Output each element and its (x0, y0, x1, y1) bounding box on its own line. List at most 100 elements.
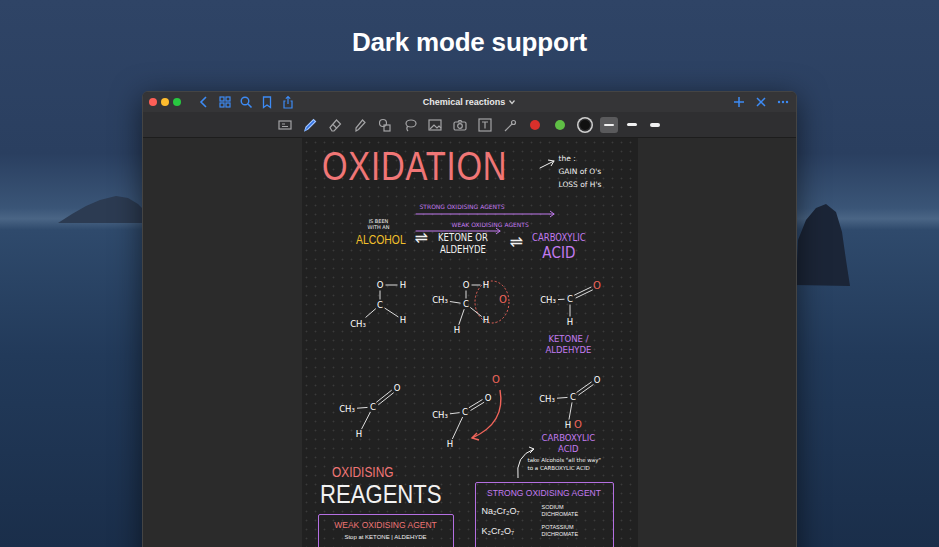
atom-label: C (570, 392, 576, 402)
alcohol-label: ALCOHOL (356, 233, 406, 246)
acid-label-line: CARBOXYLIC (532, 232, 586, 244)
molecule: CH₃COH (540, 280, 601, 327)
atom-label: CH₃ (339, 404, 355, 414)
equilibrium-arrow: ⇌ (415, 230, 428, 246)
minimize-button[interactable] (161, 98, 169, 106)
eraser-icon[interactable] (327, 117, 343, 133)
tool-button[interactable] (500, 116, 520, 134)
close-button[interactable] (149, 98, 157, 106)
plus-icon[interactable] (732, 95, 746, 109)
alcohol-note-line: IS BEEN (368, 218, 390, 224)
pen-icon[interactable] (302, 117, 318, 133)
molecule: CH₃COH (339, 383, 401, 439)
atom-label: O (593, 375, 600, 385)
atom-label: O (574, 419, 582, 430)
camera-icon[interactable] (452, 117, 468, 133)
page-title: OXIDATION (322, 146, 507, 186)
tool-button[interactable] (325, 116, 345, 134)
atom-label: C (377, 300, 383, 310)
color-swatch[interactable] (525, 116, 545, 134)
strong-agent-box: STRONG OXIDISING AGENT Na₂Cr₂O₇ SODIUMDICH… (475, 482, 614, 547)
tool-button[interactable] (300, 116, 320, 134)
stroke-width-button[interactable] (600, 117, 618, 133)
color-dot (580, 120, 590, 130)
molecule: CH₃COHO (432, 374, 500, 449)
share-icon[interactable] (281, 95, 295, 109)
stroke-width-button[interactable] (646, 117, 664, 133)
close-document-icon[interactable] (754, 95, 768, 109)
atom-label: H (453, 325, 459, 335)
canvas-area: OHCCH₃HOHCCH₃HHOCH₃COHCH₃COHCH₃COHOCH₃CO… (143, 138, 796, 547)
atom-label: O (484, 393, 491, 403)
acid-structure-label: CARBOXYLICACID (542, 433, 596, 455)
atom-label: O (499, 294, 507, 305)
back-icon[interactable] (197, 95, 211, 109)
search-icon[interactable] (239, 95, 253, 109)
atom-label: CH₃ (432, 410, 448, 420)
atom-label: CH₃ (432, 295, 448, 305)
zoom-button[interactable] (173, 98, 181, 106)
atom-label: O (593, 280, 601, 291)
acid-note: take Alcohols "all the way"to a CARBOXYL… (528, 456, 601, 472)
acid-structure-label-line: CARBOXYLIC (542, 433, 596, 444)
weak-agent-box: WEAK OXIDISING AGENT Stop at KETONE | ALD… (318, 514, 454, 547)
shapes-icon[interactable] (377, 117, 393, 133)
ketone-label: KETONE ORALDEHYDE (438, 232, 488, 256)
image-icon[interactable] (427, 117, 443, 133)
box-title: WEAK OXIDISING AGENT (325, 520, 447, 530)
stroke-width-bar (604, 124, 614, 126)
tool-button[interactable] (475, 116, 495, 134)
color-swatch[interactable] (575, 116, 595, 134)
definition-note-line: GAIN of O's (559, 165, 602, 178)
atom-label: C (567, 294, 573, 304)
box-note: Stop at KETONE | ALDEHYDE (325, 534, 447, 540)
document-title[interactable]: Chemical reactions (423, 97, 517, 107)
highlighter-icon[interactable] (352, 117, 368, 133)
text-icon[interactable] (477, 117, 493, 133)
acid-note-line: take Alcohols "all the way" (528, 456, 601, 464)
note-page[interactable]: OHCCH₃HOHCCH₃HHOCH₃COHCH₃COHCH₃COHOCH₃CO… (302, 138, 638, 547)
equilibrium-arrow: ⇌ (510, 234, 523, 250)
atom-label: C (370, 402, 376, 412)
atom-label: H (446, 439, 452, 449)
atom-label: H (482, 280, 488, 290)
reagents-heading: REAGENTS (320, 481, 442, 507)
color-dot (555, 120, 565, 130)
acid-label-line: ACID (532, 244, 586, 262)
lasso-icon[interactable] (402, 117, 418, 133)
reagent-formula: K₂Cr₂O₇ (482, 526, 534, 536)
headline: Dark mode support (0, 0, 939, 58)
stroke-width-button[interactable] (623, 117, 641, 133)
color-swatch[interactable] (550, 116, 570, 134)
tool-button[interactable] (450, 116, 470, 134)
bookmark-icon[interactable] (260, 95, 274, 109)
tool-button[interactable] (425, 116, 445, 134)
app-window: Chemical reactionsOHCCH₃HOHCCH₃HHOCH₃COH… (142, 91, 797, 547)
laser-icon[interactable] (502, 117, 518, 133)
reagent-name-line: DICHROMATE (542, 511, 579, 518)
tool-button[interactable] (275, 116, 295, 134)
acid-label: CARBOXYLICACID (532, 232, 586, 262)
stroke-width-bar (627, 123, 637, 126)
reagent-name-line: POTASSIUM (542, 524, 579, 531)
atom-label: O (376, 280, 383, 290)
atom-label: H (399, 280, 405, 290)
tool-button[interactable] (350, 116, 370, 134)
chevron-down-icon[interactable] (508, 98, 516, 106)
tool-button[interactable] (375, 116, 395, 134)
grid-icon[interactable] (218, 95, 232, 109)
tool-bar (143, 112, 796, 138)
box-title: STRONG OXIDISING AGENT (482, 488, 607, 498)
template-icon[interactable] (277, 117, 293, 133)
tool-button[interactable] (400, 116, 420, 134)
reagent-formula: Na₂Cr₂O₇ (482, 506, 534, 516)
ketone-structure-label-line: KETONE / (546, 334, 592, 345)
reagent-name-line: SODIUM (542, 504, 579, 511)
atom-label: H (566, 317, 572, 327)
ketone-label-line: ALDEHYDE (438, 244, 488, 256)
molecule: CH₃COHO (539, 375, 601, 430)
strong-agents-label: STRONG OXIDISING AGENTS (420, 204, 505, 210)
ketone-label-line: KETONE OR (438, 232, 488, 244)
more-icon[interactable] (776, 95, 790, 109)
molecule: OHCCH₃HHO (432, 280, 507, 335)
